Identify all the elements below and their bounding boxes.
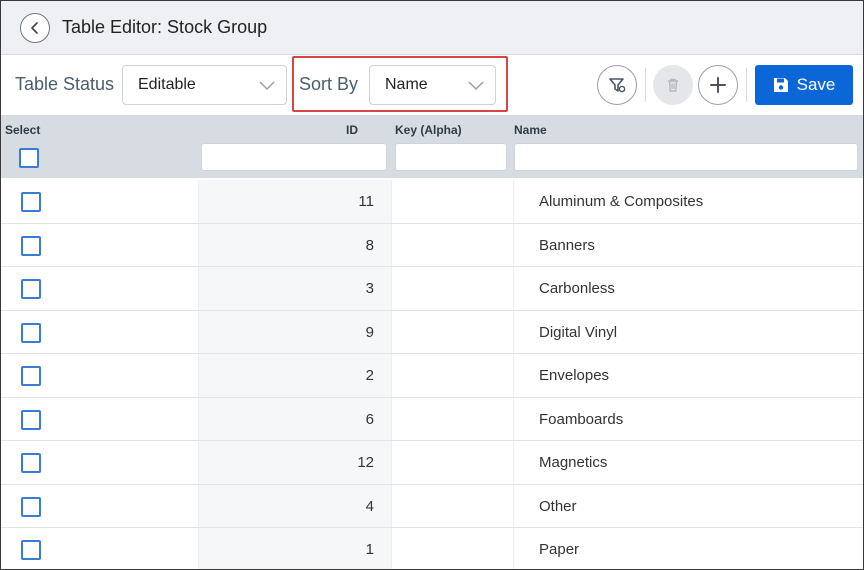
- table-row[interactable]: 1 Paper: [1, 528, 863, 569]
- name-cell[interactable]: Paper: [539, 541, 579, 558]
- table-row[interactable]: 4 Other: [1, 484, 863, 528]
- sort-by-select[interactable]: Name: [369, 65, 496, 105]
- save-label: Save: [796, 75, 836, 94]
- name-cell[interactable]: Other: [539, 498, 577, 515]
- id-cell[interactable]: 8: [198, 237, 374, 254]
- select-all-checkbox[interactable]: [19, 148, 39, 168]
- name-cell[interactable]: Magnetics: [539, 454, 607, 471]
- id-cell[interactable]: 6: [198, 411, 374, 428]
- id-cell[interactable]: 1: [198, 541, 374, 558]
- column-separator: [513, 441, 514, 484]
- row-checkbox[interactable]: [21, 235, 41, 256]
- back-button[interactable]: [20, 13, 50, 43]
- table-row[interactable]: 3 Carbonless: [1, 267, 863, 311]
- row-checkbox[interactable]: [21, 540, 41, 560]
- table-row[interactable]: 12 Magnetics: [1, 441, 863, 485]
- name-cell[interactable]: Carbonless: [539, 280, 615, 297]
- trash-icon: [668, 78, 678, 92]
- table-editor-window: Table Editor: Stock Group Table Status E…: [0, 0, 864, 570]
- column-header-select: Select: [5, 123, 41, 137]
- chevron-down-icon: [468, 81, 484, 91]
- name-cell[interactable]: Aluminum & Composites: [539, 193, 703, 210]
- page-title: Table Editor: Stock Group: [62, 17, 268, 37]
- column-separator: [513, 354, 514, 397]
- name-cell[interactable]: Banners: [539, 237, 595, 254]
- id-cell[interactable]: 4: [198, 498, 374, 515]
- column-separator: [513, 484, 514, 527]
- table-row[interactable]: 6 Foamboards: [1, 397, 863, 441]
- table-status-label: Table Status: [15, 74, 115, 94]
- id-filter-input[interactable]: [201, 143, 387, 171]
- column-separator: [513, 528, 514, 569]
- filter-button[interactable]: [597, 65, 637, 105]
- chevron-left-icon: [31, 22, 38, 34]
- row-checkbox[interactable]: [21, 409, 41, 430]
- name-cell[interactable]: Envelopes: [539, 367, 609, 384]
- title-bar: Table Editor: Stock Group: [1, 1, 863, 55]
- grid-header: Select ID Key (Alpha) Name: [1, 115, 863, 178]
- sort-by-label: Sort By: [299, 74, 359, 94]
- save-button[interactable]: Save: [755, 65, 853, 105]
- id-cell[interactable]: 3: [198, 280, 374, 297]
- grid-body: 11 Aluminum & Composites 8 Banners 3 Car…: [1, 180, 863, 569]
- table-row[interactable]: 11 Aluminum & Composites: [1, 180, 863, 224]
- chevron-down-icon: [259, 81, 275, 91]
- row-checkbox[interactable]: [21, 366, 41, 386]
- id-cell[interactable]: 11: [198, 193, 374, 210]
- toolbar-divider: [746, 68, 747, 102]
- plus-icon: [710, 77, 726, 93]
- table-row[interactable]: 9 Digital Vinyl: [1, 310, 863, 354]
- table-row[interactable]: 2 Envelopes: [1, 354, 863, 398]
- id-cell[interactable]: 12: [198, 454, 374, 471]
- column-separator: [513, 223, 514, 266]
- name-cell[interactable]: Digital Vinyl: [539, 324, 617, 341]
- add-row-button[interactable]: [698, 65, 738, 105]
- toolbar-divider: [645, 68, 646, 102]
- row-checkbox[interactable]: [21, 453, 41, 473]
- name-cell[interactable]: Foamboards: [539, 411, 623, 428]
- column-header-key[interactable]: Key (Alpha): [395, 123, 462, 137]
- key-filter-input[interactable]: [395, 143, 507, 171]
- column-header-name[interactable]: Name: [514, 123, 547, 137]
- column-separator: [513, 397, 514, 440]
- row-checkbox[interactable]: [21, 496, 41, 517]
- column-separator: [513, 180, 514, 223]
- name-filter-input[interactable]: [514, 143, 858, 171]
- row-checkbox[interactable]: [21, 279, 41, 299]
- column-separator: [513, 267, 514, 310]
- row-checkbox[interactable]: [21, 192, 41, 212]
- table-status-select[interactable]: Editable: [122, 65, 287, 105]
- column-separator: [513, 310, 514, 353]
- delete-button[interactable]: [653, 65, 693, 105]
- table-row[interactable]: 8 Banners: [1, 223, 863, 267]
- id-cell[interactable]: 9: [198, 324, 374, 341]
- filter-settings-icon: [609, 78, 626, 93]
- column-header-id[interactable]: ID: [346, 123, 358, 137]
- id-cell[interactable]: 2: [198, 367, 374, 384]
- toolbar: Table Status Editable Sort By Name Save: [1, 56, 863, 114]
- table-status-value: Editable: [138, 76, 196, 93]
- row-checkbox[interactable]: [21, 322, 41, 343]
- sort-by-value: Name: [385, 76, 428, 93]
- floppy-disk-icon: [773, 78, 788, 92]
